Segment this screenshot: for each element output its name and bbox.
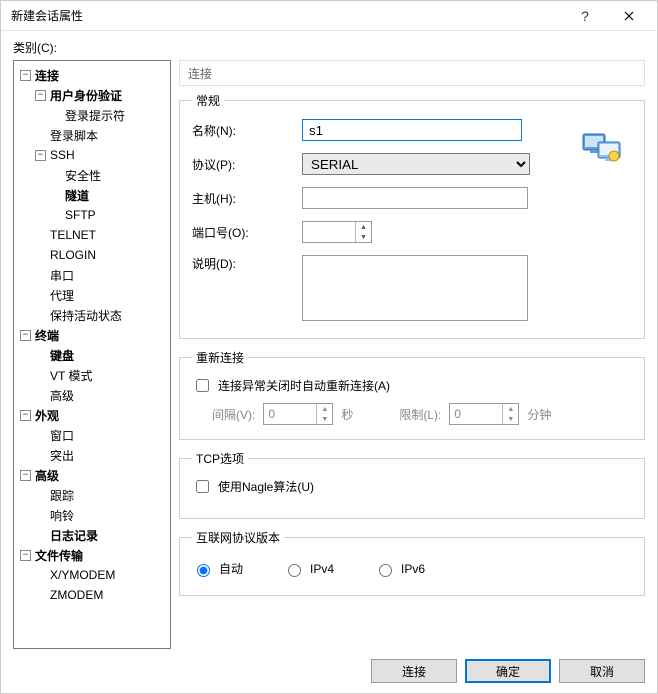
port-label: 端口号(O): <box>192 224 302 241</box>
reconnect-legend: 重新连接 <box>192 349 248 366</box>
desc-textarea[interactable] <box>302 255 528 321</box>
name-label: 名称(N): <box>192 122 302 139</box>
tree-login-prompt[interactable]: 登录提示符 <box>65 107 125 124</box>
tree-advanced-term[interactable]: 高级 <box>50 387 74 404</box>
window-title: 新建会话属性 <box>11 7 563 24</box>
tree-telnet[interactable]: TELNET <box>50 228 96 242</box>
spinner-down-icon: ▼ <box>317 414 332 424</box>
tree-toggle[interactable]: − <box>35 90 46 101</box>
close-icon <box>624 11 634 21</box>
name-input[interactable] <box>302 119 522 141</box>
category-tree[interactable]: −连接 −用户身份验证 登录提示符 登录脚本 −SSH 安全性 隧道 SFTP … <box>13 60 171 649</box>
tree-rlogin[interactable]: RLOGIN <box>50 248 96 262</box>
tree-appearance[interactable]: 外观 <box>35 407 59 424</box>
tree-ssh[interactable]: SSH <box>50 148 75 162</box>
tree-security[interactable]: 安全性 <box>65 167 101 184</box>
ipver-auto[interactable]: 自动 <box>192 560 243 577</box>
tree-user-auth[interactable]: 用户身份验证 <box>50 87 122 104</box>
tree-toggle[interactable]: − <box>20 70 31 81</box>
spinner-up-icon[interactable]: ▲ <box>356 222 371 232</box>
tree-trace[interactable]: 跟踪 <box>50 487 74 504</box>
panel-header: 连接 <box>179 60 645 86</box>
help-button[interactable]: ? <box>563 2 607 30</box>
protocol-select[interactable]: SERIAL <box>302 153 530 175</box>
tree-keepalive[interactable]: 保持活动状态 <box>50 307 122 324</box>
ipver-auto-radio[interactable] <box>197 564 210 577</box>
reconnect-group: 重新连接 连接异常关闭时自动重新连接(A) 间隔(V): 0 ▲▼ 秒 限制(L… <box>179 349 645 440</box>
tree-proxy[interactable]: 代理 <box>50 287 74 304</box>
spinner-up-icon: ▲ <box>317 404 332 414</box>
tree-toggle[interactable]: − <box>20 550 31 561</box>
session-icon <box>582 130 622 164</box>
category-label: 类别(C): <box>13 39 645 56</box>
host-label: 主机(H): <box>192 190 302 207</box>
tree-login-script[interactable]: 登录脚本 <box>50 127 98 144</box>
tree-logging[interactable]: 日志记录 <box>50 527 98 544</box>
tree-serial[interactable]: 串口 <box>50 267 74 284</box>
interval-label: 间隔(V): <box>212 406 255 423</box>
ipver-ipv4-radio[interactable] <box>288 564 301 577</box>
connect-button[interactable]: 连接 <box>371 659 457 683</box>
tree-xymodem[interactable]: X/YMODEM <box>50 568 115 582</box>
interval-spinner: 0 ▲▼ <box>263 403 333 425</box>
tree-highlight[interactable]: 突出 <box>50 447 74 464</box>
tree-toggle[interactable]: − <box>35 150 46 161</box>
tree-bell[interactable]: 响铃 <box>50 507 74 524</box>
tree-terminal[interactable]: 终端 <box>35 327 59 344</box>
tcp-group: TCP选项 使用Nagle算法(U) <box>179 450 645 519</box>
tree-toggle[interactable]: − <box>20 470 31 481</box>
nagle-checkbox[interactable] <box>196 480 209 493</box>
general-group: 常规 名称(N): <box>179 92 645 339</box>
general-legend: 常规 <box>192 92 224 109</box>
tree-zmodem[interactable]: ZMODEM <box>50 588 103 602</box>
tree-connection[interactable]: 连接 <box>35 67 59 84</box>
close-button[interactable] <box>607 2 651 30</box>
tree-advanced[interactable]: 高级 <box>35 467 59 484</box>
spinner-down-icon[interactable]: ▼ <box>356 232 371 242</box>
tree-sftp[interactable]: SFTP <box>65 208 96 222</box>
ipver-ipv6-radio[interactable] <box>379 564 392 577</box>
title-bar: 新建会话属性 ? <box>1 1 657 31</box>
tree-toggle[interactable]: − <box>20 410 31 421</box>
ok-button[interactable]: 确定 <box>465 659 551 683</box>
limit-label: 限制(L): <box>399 406 441 423</box>
desc-label: 说明(D): <box>192 255 302 272</box>
nagle-label: 使用Nagle算法(U) <box>218 478 314 495</box>
tree-toggle[interactable]: − <box>20 330 31 341</box>
interval-unit: 秒 <box>341 406 353 423</box>
tree-file-transfer[interactable]: 文件传输 <box>35 547 83 564</box>
spinner-up-icon: ▲ <box>503 404 518 414</box>
protocol-label: 协议(P): <box>192 156 302 173</box>
spinner-down-icon: ▼ <box>503 414 518 424</box>
ipver-legend: 互联网协议版本 <box>192 529 284 546</box>
port-spinner[interactable]: ▲▼ <box>302 221 372 243</box>
auto-reconnect-label: 连接异常关闭时自动重新连接(A) <box>218 377 390 394</box>
host-input[interactable] <box>302 187 528 209</box>
ipver-ipv6[interactable]: IPv6 <box>374 561 425 577</box>
tree-tunnel[interactable]: 隧道 <box>65 187 89 204</box>
ipver-group: 互联网协议版本 自动 IPv4 IPv6 <box>179 529 645 596</box>
tree-keyboard[interactable]: 键盘 <box>50 347 74 364</box>
tree-vt-mode[interactable]: VT 模式 <box>50 367 92 384</box>
tcp-legend: TCP选项 <box>192 450 248 467</box>
ipver-ipv4[interactable]: IPv4 <box>283 561 334 577</box>
auto-reconnect-checkbox[interactable] <box>196 379 209 392</box>
limit-spinner: 0 ▲▼ <box>449 403 519 425</box>
tree-window[interactable]: 窗口 <box>50 427 74 444</box>
cancel-button[interactable]: 取消 <box>559 659 645 683</box>
limit-unit: 分钟 <box>527 406 551 423</box>
